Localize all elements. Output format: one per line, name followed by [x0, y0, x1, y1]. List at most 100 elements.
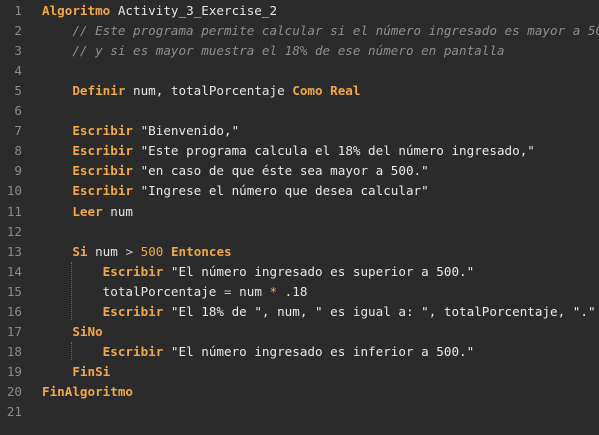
code-editor[interactable]: 1 Algoritmo Activity_3_Exercise_2 2 // Est…: [0, 0, 599, 435]
code-line[interactable]: 4: [0, 60, 599, 80]
code-text: Definir num, totalPorcentaje Como Real: [42, 83, 360, 98]
code-line[interactable]: 21: [0, 401, 599, 421]
code-token: .18: [277, 283, 308, 299]
code-token: Como Real: [292, 83, 361, 99]
code-line[interactable]: 11 Leer num: [0, 201, 599, 221]
code-token: num: [102, 203, 134, 219]
code-token: "Ingrese el número que desea calcular": [133, 183, 429, 199]
code-text: // Este programa permite calcular si el …: [42, 23, 599, 38]
code-token: Escribir: [72, 123, 134, 139]
line-number: 5: [14, 83, 22, 99]
line-number: 8: [14, 143, 22, 159]
code-line[interactable]: 19 FinSi: [0, 361, 599, 381]
code-token: "Este programa calcula el 18% del número…: [133, 143, 535, 159]
code-token: num, totalPorcentaje: [125, 83, 293, 99]
code-line[interactable]: 18 Escribir "El número ingresado es infe…: [0, 341, 599, 361]
line-number: 2: [14, 23, 22, 39]
code-text: Escribir "en caso de que éste sea mayor …: [42, 163, 429, 179]
code-token: Definir: [72, 83, 126, 99]
code-line[interactable]: 20 FinAlgoritmo: [0, 381, 599, 401]
code-token: // y si es mayor muestra el 18% de ese n…: [42, 43, 505, 59]
code-token: Entonces: [170, 243, 232, 259]
code-text: Escribir "Este programa calcula el 18% d…: [42, 143, 535, 158]
line-number: 15: [6, 283, 22, 299]
line-number: 1: [14, 3, 22, 18]
code-line[interactable]: 1 Algoritmo Activity_3_Exercise_2: [0, 0, 599, 20]
line-number: 19: [6, 363, 22, 379]
code-text: Escribir "El número ingresado es superio…: [42, 263, 475, 279]
code-token: "en caso de que éste sea mayor a 500.": [133, 163, 429, 179]
code-text: FinSi: [42, 364, 110, 379]
code-token: =: [223, 283, 232, 299]
line-number: 7: [14, 123, 22, 139]
code-line[interactable]: 7 Escribir "Bienvenido,": [0, 120, 599, 140]
line-number: 13: [6, 243, 22, 259]
line-number: 9: [14, 163, 22, 179]
code-text: totalPorcentaje = num * .18: [42, 283, 308, 299]
code-token: Escribir: [72, 143, 134, 159]
code-text: Escribir "El número ingresado es inferio…: [42, 343, 475, 359]
code-line[interactable]: 13 Si num > 500 Entonces: [0, 241, 599, 261]
code-token: num: [231, 283, 270, 299]
code-text: FinAlgoritmo: [42, 384, 133, 399]
code-token: >: [125, 243, 134, 259]
indent-guide: [71, 261, 72, 320]
line-number: 11: [6, 203, 22, 219]
code-line[interactable]: 5 Definir num, totalPorcentaje Como Real: [0, 80, 599, 100]
code-line[interactable]: 3 // y si es mayor muestra el 18% de ese…: [0, 40, 599, 60]
code-token: Escribir: [102, 303, 164, 319]
code-token: *: [269, 283, 278, 299]
code-token: SiNo: [72, 323, 103, 339]
code-token: totalPorcentaje: [42, 283, 224, 299]
code-token: Escribir: [72, 183, 134, 199]
line-number: 10: [6, 183, 22, 199]
code-token: Algoritmo: [42, 3, 111, 18]
code-token: Leer: [72, 203, 103, 219]
code-text: Leer num: [42, 204, 133, 219]
code-token: "El 18% de ", num, " es igual a: ", tota…: [163, 303, 596, 319]
code-line[interactable]: 15 totalPorcentaje = num * .18: [0, 281, 599, 301]
code-line[interactable]: 9 Escribir "en caso de que éste sea mayo…: [0, 160, 599, 180]
code-token: num: [87, 243, 126, 259]
code-token: Escribir: [102, 263, 164, 279]
code-line[interactable]: 10 Escribir "Ingrese el número que desea…: [0, 180, 599, 200]
code-line[interactable]: 17 SiNo: [0, 321, 599, 341]
code-token: FinAlgoritmo: [42, 383, 133, 399]
code-token: Escribir: [102, 343, 164, 359]
code-token: Escribir: [72, 163, 134, 179]
line-number: 6: [14, 103, 22, 119]
code-text: Escribir "El 18% de ", num, " es igual a…: [42, 304, 596, 319]
code-token: Si: [72, 243, 88, 259]
code-line[interactable]: 6: [0, 100, 599, 120]
line-number: 17: [6, 323, 22, 339]
line-number: 3: [14, 43, 22, 59]
line-number: 12: [6, 223, 22, 239]
code-line[interactable]: 12: [0, 221, 599, 241]
code-token: FinSi: [72, 363, 111, 379]
code-line[interactable]: 2 // Este programa permite calcular si e…: [0, 20, 599, 40]
code-text: Algoritmo Activity_3_Exercise_2: [42, 3, 277, 18]
code-token: Activity_3_Exercise_2: [110, 3, 278, 18]
code-text: Escribir "Bienvenido,": [42, 123, 239, 138]
code-line[interactable]: 16 Escribir "El 18% de ", num, " es igua…: [0, 301, 599, 321]
line-number: 20: [6, 383, 22, 399]
line-number: 18: [6, 343, 22, 359]
line-number: 4: [14, 63, 22, 79]
code-line[interactable]: 8 Escribir "Este programa calcula el 18%…: [0, 140, 599, 160]
code-text: SiNo: [42, 323, 103, 339]
code-token: "Bienvenido,": [133, 123, 240, 139]
code-line[interactable]: 14 Escribir "El número ingresado es supe…: [0, 261, 599, 281]
code-text: Escribir "Ingrese el número que desea ca…: [42, 183, 429, 199]
